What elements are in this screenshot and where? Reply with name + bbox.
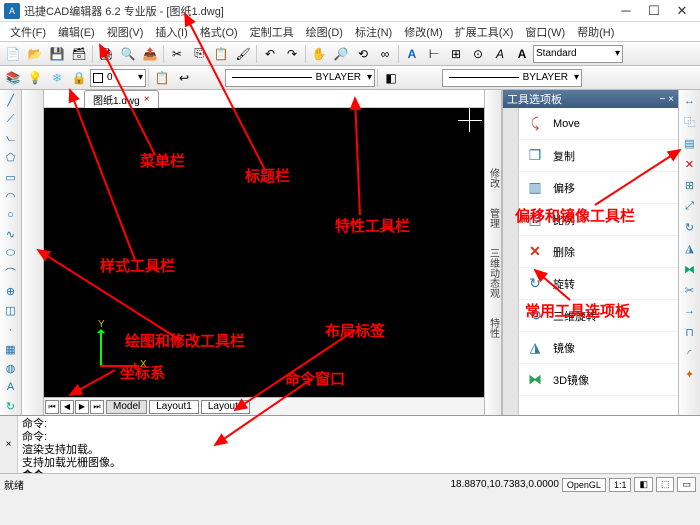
annotation-overlay	[0, 0, 700, 525]
